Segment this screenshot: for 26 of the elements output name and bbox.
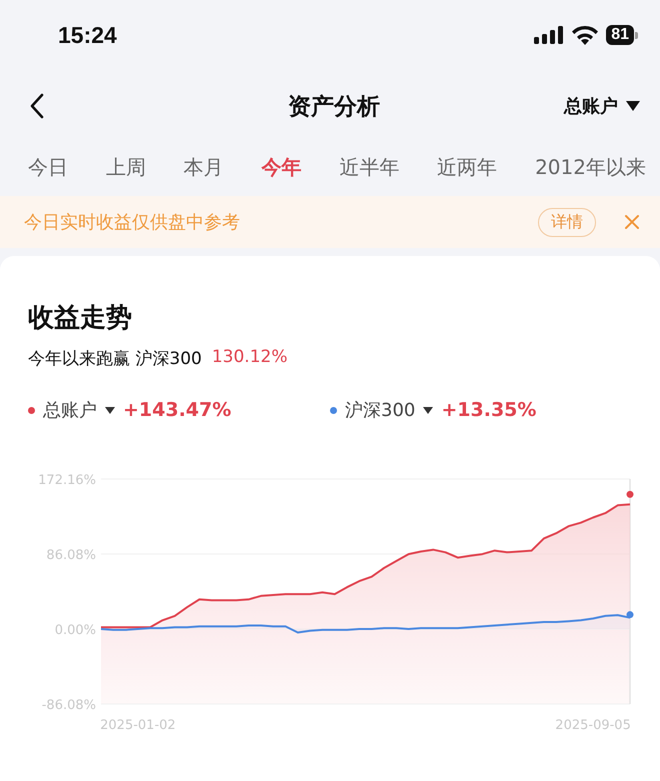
period-tab[interactable]: 今年: [262, 154, 302, 180]
back-button[interactable]: [30, 93, 44, 119]
period-tab[interactable]: 本月: [184, 154, 224, 180]
account-dropdown[interactable]: 总账户: [564, 94, 640, 118]
signal-icon: [534, 26, 564, 44]
caret-icon: [105, 406, 115, 414]
series-value: +13.35%: [441, 399, 536, 421]
period-tab[interactable]: 今日: [28, 154, 68, 180]
wifi-icon: [572, 26, 598, 44]
page-title: 资产分析: [288, 92, 380, 122]
end-dot: [626, 490, 634, 498]
period-tab[interactable]: 近半年: [339, 154, 400, 180]
end-dot: [626, 611, 634, 618]
clock-time: 15:24: [58, 22, 117, 48]
period-tab[interactable]: 近两年: [437, 154, 498, 180]
notice-text: 今日实时收益仅供盘中参考: [24, 211, 241, 234]
period-tab[interactable]: 上周: [106, 154, 146, 180]
series-dropdown[interactable]: 沪深300: [345, 398, 434, 422]
caret-icon: [626, 101, 640, 111]
section-title: 收益走势: [28, 302, 133, 335]
summary-value: 130.12%: [212, 347, 288, 369]
series-dropdown[interactable]: 总账户: [43, 398, 115, 422]
period-tab[interactable]: 2012年以来: [535, 154, 646, 180]
series-value: +143.47%: [123, 399, 232, 421]
caret-icon: [423, 406, 434, 414]
summary-label: 今年以来跑赢 沪深300: [28, 348, 202, 370]
